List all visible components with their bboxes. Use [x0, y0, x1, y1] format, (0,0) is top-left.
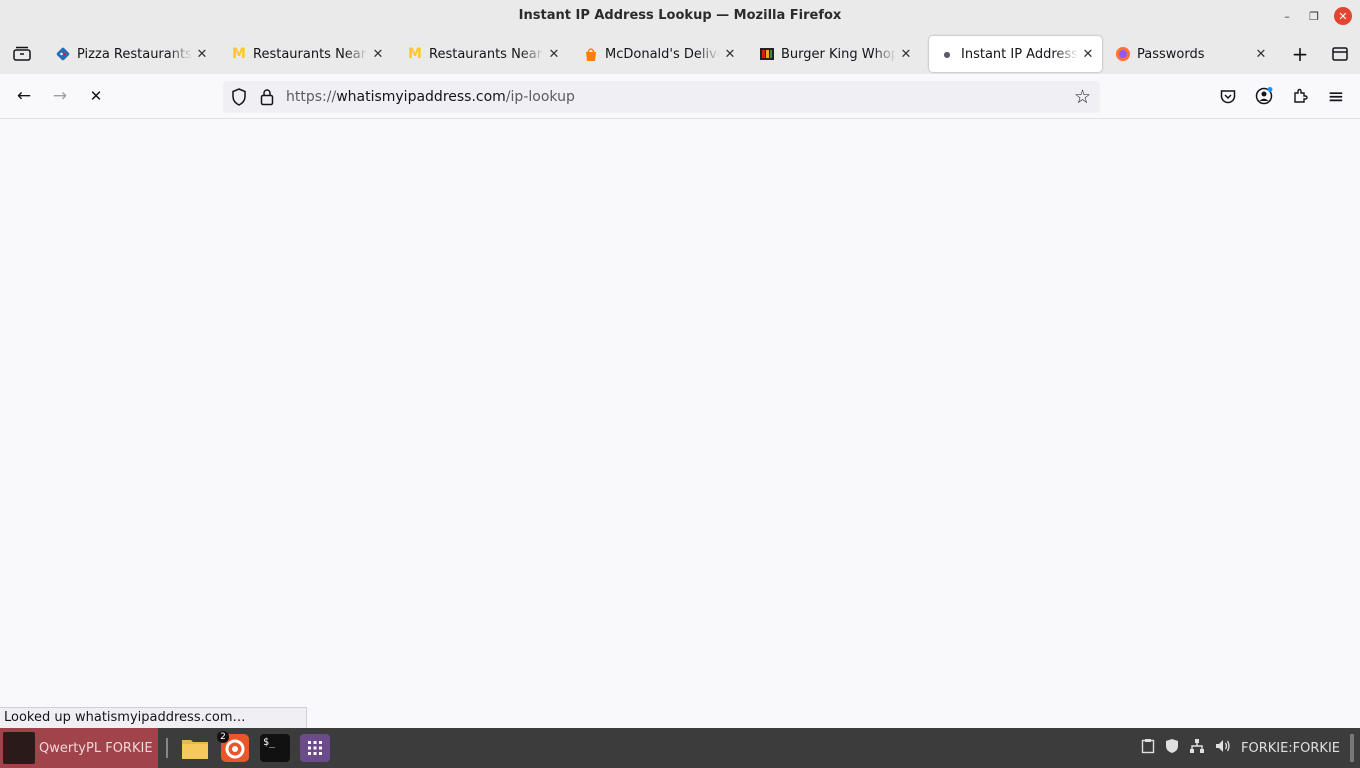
hostname-label: FORKIE:FORKIE [1240, 740, 1340, 756]
app-menu-button[interactable]: ≡ [1324, 84, 1348, 108]
tab-label: Pizza Restaurants Near Me [77, 46, 192, 62]
new-tab-button[interactable]: + [1287, 36, 1313, 72]
network-icon[interactable] [1189, 738, 1205, 758]
firefox-taskbar-icon[interactable]: 2 [217, 731, 250, 762]
window-title: Instant IP Address Lookup — Mozilla Fire… [518, 8, 842, 23]
shield-icon[interactable] [231, 88, 247, 110]
tab-close-button[interactable]: ✕ [896, 47, 916, 62]
delivery-favicon-icon [583, 46, 599, 62]
url-bar[interactable]: https://whatismyipaddress.com/ip-lookup … [223, 81, 1100, 113]
burger-favicon-icon [759, 46, 775, 62]
tab-label: McDonald's Delivery [605, 46, 720, 62]
volume-icon[interactable] [1215, 738, 1231, 758]
account-icon[interactable] [1252, 84, 1276, 108]
tab-label: Burger King Whopper [781, 46, 896, 62]
username-label: QwertyPL FORKIE [39, 740, 153, 756]
page-content[interactable] [0, 120, 1360, 728]
taskbar: QwertyPL FORKIE 2 $_ FORKIE:FORKIE [0, 728, 1360, 768]
notification-badge: 2 [217, 731, 229, 743]
bookmark-star-icon[interactable]: ☆ [1074, 86, 1091, 108]
tab-close-button[interactable]: ✕ [1251, 47, 1271, 62]
clipboard-icon[interactable] [1141, 738, 1155, 758]
list-all-tabs-button[interactable] [1327, 36, 1353, 72]
tab-label: Passwords [1137, 46, 1205, 62]
extensions-icon[interactable] [1288, 84, 1312, 108]
close-window-button[interactable]: ✕ [1334, 7, 1352, 25]
maximize-button[interactable]: ❐ [1305, 7, 1323, 25]
url-path: /ip-lookup [505, 89, 575, 105]
tab-close-button[interactable]: ✕ [720, 47, 740, 62]
minimize-button[interactable]: – [1278, 7, 1296, 25]
tab-close-button[interactable]: ✕ [1078, 47, 1098, 62]
tab-pizza-restaurants[interactable]: Pizza Restaurants Near Me ✕ [45, 36, 216, 72]
tab-close-button[interactable]: ✕ [544, 47, 564, 62]
lock-icon[interactable] [260, 88, 274, 110]
navigation-toolbar: ← → ✕ https://whatismyipaddress.com/ip-l… [0, 74, 1360, 119]
terminal-icon[interactable]: $_ [260, 734, 290, 762]
tab-close-button[interactable]: ✕ [368, 47, 388, 62]
tab-mcdonalds-delivery[interactable]: McDonald's Delivery ✕ [573, 36, 744, 72]
mcdonalds-favicon-icon: M [232, 46, 246, 62]
stop-loading-button[interactable]: ✕ [84, 84, 108, 108]
system-tray: FORKIE:FORKIE [1141, 728, 1360, 768]
pizza-favicon-icon [55, 46, 71, 62]
pocket-icon[interactable] [1216, 84, 1240, 108]
tab-restaurants-near-me-2[interactable]: M Restaurants Near Me ✕ [397, 36, 568, 72]
tab-overview-button[interactable] [4, 36, 40, 72]
forward-button[interactable]: → [48, 84, 72, 108]
tab-passwords[interactable]: Passwords ✕ [1105, 36, 1275, 72]
window-titlebar: Instant IP Address Lookup — Mozilla Fire… [0, 0, 1360, 33]
tab-restaurants-near-me-1[interactable]: M Restaurants Near Me ✕ [221, 36, 392, 72]
tab-burger-king[interactable]: Burger King Whopper ✕ [749, 36, 920, 72]
window-tabs-icon [1332, 47, 1348, 61]
tab-label: Restaurants Near Me [429, 46, 544, 62]
taskbar-separator [166, 738, 168, 758]
shield-tray-icon[interactable] [1165, 738, 1179, 758]
user-session-button[interactable]: QwertyPL FORKIE [0, 728, 158, 768]
tab-list-icon [13, 46, 31, 61]
tray-edge-handle[interactable] [1350, 734, 1354, 762]
app-grid-icon[interactable] [300, 734, 330, 762]
url-text[interactable]: https://whatismyipaddress.com/ip-lookup [286, 89, 575, 105]
tab-strip: Pizza Restaurants Near Me ✕ M Restaurant… [0, 33, 1360, 74]
tab-label: Restaurants Near Me [253, 46, 368, 62]
mcdonalds-favicon-icon: M [408, 46, 422, 62]
user-avatar [3, 732, 35, 764]
status-panel: Looked up whatismyipaddress.com… [0, 707, 307, 728]
firefox-favicon-icon [1115, 46, 1131, 62]
file-manager-icon[interactable] [180, 734, 210, 762]
url-host: whatismyipaddress.com [336, 89, 506, 105]
loading-dot-icon: ● [943, 49, 951, 59]
back-button[interactable]: ← [12, 84, 36, 108]
tab-instant-ip-lookup[interactable]: ● Instant IP Address Lookup ✕ [929, 36, 1102, 72]
tab-close-button[interactable]: ✕ [192, 47, 212, 62]
tab-label: Instant IP Address Lookup [961, 46, 1078, 62]
url-scheme: https:// [286, 89, 337, 105]
